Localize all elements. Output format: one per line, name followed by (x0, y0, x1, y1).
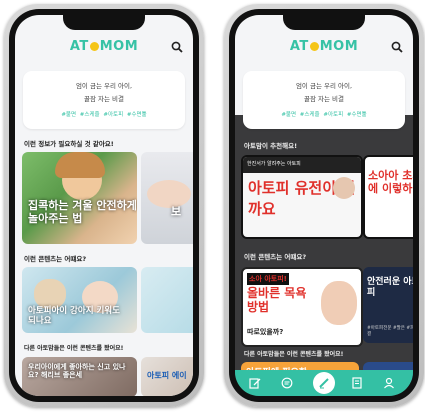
content-card-winter-play[interactable]: 집콕하는 겨울 안전하게 놀아주는 법 (22, 152, 137, 244)
card-caption: 보 (171, 205, 182, 218)
promo-banner[interactable]: 엄이 금는 우리 아이, 꿀잠 자는 비결 #불면 #스케줄 #아토피 #수면툴 (243, 71, 405, 129)
child-photo (321, 281, 357, 325)
puppy-photo (34, 279, 66, 309)
content-card-atopy-dog[interactable]: 아토피아이 강아지 키워도 되나요 (22, 267, 137, 333)
presenter-photo (333, 177, 355, 199)
video-subtitle: 따로있을까? (247, 328, 284, 336)
brand-logo[interactable]: AT MOM (15, 39, 193, 54)
phone-frame-right: AT MOM 엄이 금는 우리 아이, 꿀잠 자는 비결 #불면 #스케줄 #아토… (224, 4, 424, 407)
section-title-info: 이런 정보가 필요하실 것 같아요! (24, 140, 114, 148)
card-caption: 아토피아이 강아지 키워도 되나요 (28, 306, 120, 326)
section-title-others: 다른 아토맘들은 이런 콘텐츠를 봤어요! (24, 345, 124, 352)
phone-notch (63, 15, 145, 30)
content-card-more[interactable] (141, 267, 193, 333)
phone-frame-left: AT MOM 엄이 금는 우리 아이, 꿀잠 자는 비결 #불면 #스케줄 #아토… (4, 4, 204, 407)
section-title-content: 이런 콘텐츠는 어떄요? (244, 253, 307, 261)
video-card-atopy-genetic[interactable]: 한진서가 알려주는 아토피 아토피 유전이 될까요 (241, 155, 363, 239)
video-card-safe-atopy[interactable]: 안전러운 아토피 #아토피전문 #팔은 #피부결 (363, 267, 413, 343)
card-caption: 우리아이에게 좋아하는 신고 있나요? 해리브 좋은세 (28, 363, 126, 380)
video-title: 소아아 초기에 이렇하 (368, 169, 413, 196)
write-button[interactable] (313, 372, 335, 394)
app-screen-right: AT MOM 엄이 금는 우리 아이, 꿀잠 자는 비결 #불면 #스케줄 #아토… (235, 15, 413, 396)
app-screen-left: AT MOM 엄이 금는 우리 아이, 꿀잠 자는 비결 #불면 #스케줄 #아토… (15, 15, 193, 396)
content-card-sleep[interactable]: 보 (141, 152, 193, 244)
video-tags: #아토피전문 #팔은 #피부결 (367, 326, 413, 337)
section-title-recommend: 아토맘이 추천해요! (244, 142, 298, 150)
video-tag: 소아 아토피! (247, 273, 289, 285)
phone-notch (283, 15, 365, 30)
app-header: AT MOM (235, 33, 413, 63)
card-caption: 아토피 에이 (147, 371, 187, 380)
video-subtitle: 한진서가 알려주는 아토피 (247, 161, 301, 167)
content-card-atopy-a[interactable]: 아토피 에이 (141, 357, 193, 396)
banner-line-2: 꿀잠 자는 비결 (83, 95, 124, 103)
child-hair (55, 152, 105, 178)
content-card-shoes[interactable]: 우리아이에게 좋아하는 신고 있나요? 해리브 좋은세 (22, 357, 137, 396)
card-caption: 집콕하는 겨울 안전하게 놀아주는 법 (28, 199, 137, 225)
logo-dot-icon (89, 42, 99, 51)
book-icon[interactable] (351, 377, 363, 389)
logo-dot-icon (309, 42, 319, 51)
banner-tags: #불면 #스케줄 #아토피 #수면툴 (61, 112, 147, 118)
banner-line-1: 엄이 금는 우리 아이, (295, 82, 353, 90)
search-icon[interactable] (171, 41, 183, 53)
banner-line-1: 엄이 금는 우리 아이, (75, 82, 133, 90)
pen-icon (319, 378, 329, 389)
bottom-tab-bar (235, 370, 413, 396)
section-title-content: 이런 콘텐츠는 어떄요? (24, 255, 87, 263)
edit-icon[interactable] (249, 377, 261, 389)
section-title-others: 다른 아토맘들은 이런 콘텐츠를 봤어요! (244, 351, 344, 358)
video-title: 안전러운 아토피 (367, 277, 413, 298)
search-icon[interactable] (391, 41, 403, 53)
promo-banner[interactable]: 엄이 금는 우리 아이, 꿀잠 자는 비결 #불면 #스케줄 #아토피 #수면툴 (23, 71, 185, 129)
banner-line-2: 꿀잠 자는 비결 (303, 95, 344, 103)
baby-photo (147, 180, 191, 208)
brand-logo[interactable]: AT MOM (235, 39, 413, 54)
message-icon[interactable] (281, 377, 293, 389)
video-card-early[interactable]: 소아아 초기에 이렇하 (363, 155, 413, 239)
video-title: 올바른 목욕방법 (247, 286, 307, 314)
app-header: AT MOM (15, 33, 193, 63)
banner-tags: #불면 #스케줄 #아토피 #수면툴 (281, 112, 367, 118)
person-icon[interactable] (383, 377, 395, 389)
video-card-bath[interactable]: 소아 아토피! 올바른 목욕방법 따로있을까? (241, 267, 363, 347)
